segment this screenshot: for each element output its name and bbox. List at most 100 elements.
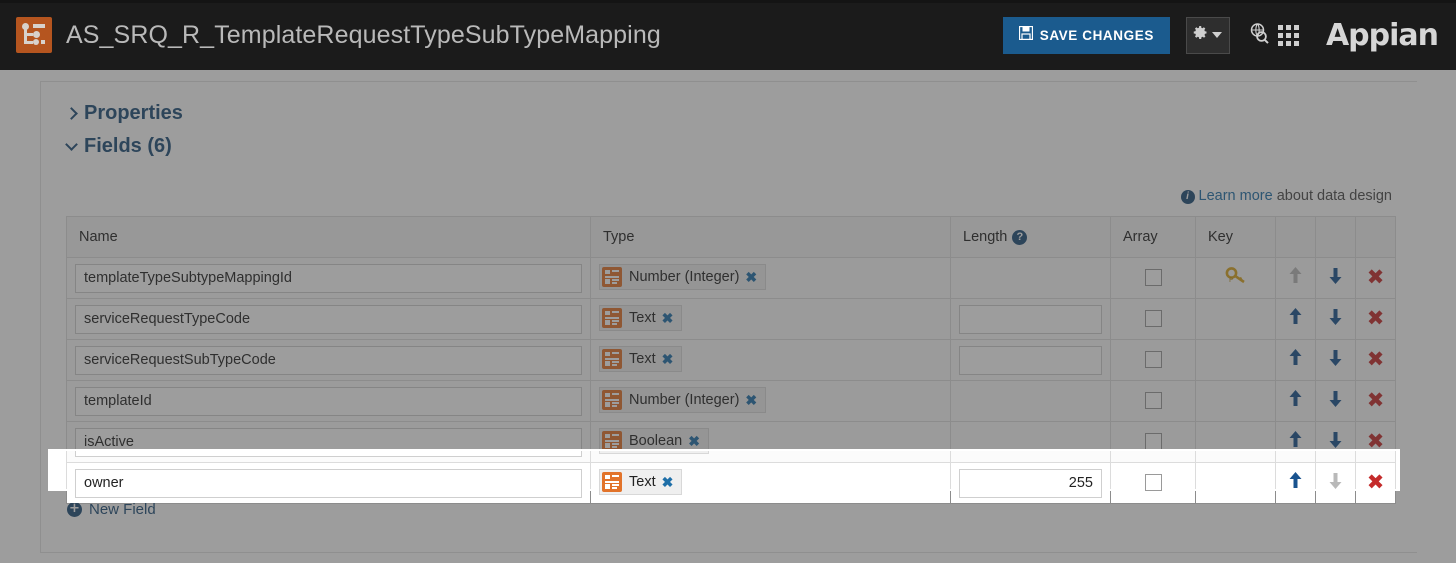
cell-length [950,339,1111,381]
array-checkbox[interactable] [1144,474,1162,492]
search-globe-button[interactable] [1244,20,1274,50]
object-icon [16,17,52,53]
primary-key-icon[interactable]: P [1225,266,1247,285]
field-name-input[interactable] [75,468,582,498]
fields-table-body: Number (Integer)✖P✖Text✖✖Text✖✖Number (I… [66,257,1396,504]
page-body: Properties Fields (6) i Learn more about … [0,70,1456,563]
cell-name [66,421,591,463]
arrow-up-icon[interactable] [1287,471,1304,495]
cell-remove: ✖ [1355,298,1396,340]
cell-remove: ✖ [1355,462,1396,504]
clear-type-x-icon[interactable]: ✖ [662,474,682,491]
clear-type-x-icon[interactable]: ✖ [745,269,765,286]
cell-move-down [1315,298,1356,340]
arrow-up-icon[interactable] [1287,389,1304,413]
remove-x-icon[interactable]: ✖ [1367,267,1385,288]
chevron-down-icon [65,138,78,151]
length-input[interactable] [959,468,1102,498]
cell-remove: ✖ [1355,421,1396,463]
type-chip[interactable]: Boolean ✖ [599,428,709,454]
remove-x-icon[interactable]: ✖ [1367,308,1385,329]
table-row[interactable]: Number (Integer) ✖ P ✖ [66,257,1396,299]
column-header-remove [1355,216,1396,258]
array-checkbox[interactable] [1144,310,1162,328]
type-chip[interactable]: Number (Integer) ✖ [599,264,767,290]
arrow-down-icon[interactable] [1327,430,1344,454]
array-checkbox[interactable] [1144,351,1162,369]
arrow-up-icon [1287,266,1304,290]
column-header-name: Name [66,216,591,258]
type-chip[interactable]: Text ✖ [599,469,683,495]
designer-card: Properties Fields (6) i Learn more about … [40,81,1417,553]
cell-remove: ✖ [1355,380,1396,422]
array-checkbox[interactable] [1144,269,1162,287]
cell-key [1195,462,1276,504]
clear-type-x-icon[interactable]: ✖ [688,433,708,450]
field-name-input[interactable] [75,345,582,375]
cell-name [66,339,591,381]
table-row[interactable]: Number (Integer) ✖ ✖ [66,380,1396,422]
question-mark-icon[interactable]: ? [1012,230,1028,245]
field-name-input[interactable] [75,427,582,457]
column-header-length-label: Length [963,229,1008,245]
remove-x-icon[interactable]: ✖ [1367,431,1385,452]
remove-x-icon[interactable]: ✖ [1367,349,1385,370]
clear-type-x-icon[interactable]: ✖ [745,392,765,409]
cell-move-up [1275,421,1316,463]
field-name-input[interactable] [75,386,582,416]
table-row[interactable]: Text ✖ ✖ [66,339,1396,381]
column-header-length: Length? [950,216,1111,258]
arrow-down-icon[interactable] [1327,389,1344,413]
data-type-icon [602,308,622,328]
clear-type-x-icon[interactable]: ✖ [662,310,682,327]
remove-x-icon[interactable]: ✖ [1367,390,1385,411]
array-checkbox[interactable] [1144,433,1162,451]
arrow-down-icon [1327,471,1344,495]
arrow-up-icon[interactable] [1287,348,1304,372]
field-name-input[interactable] [75,263,582,293]
app-grid-icon [1278,24,1300,46]
type-chip[interactable]: Text ✖ [599,305,683,331]
data-type-icon [602,267,622,287]
table-row[interactable]: Text ✖ ✖ [66,462,1396,504]
type-chip[interactable]: Text ✖ [599,346,683,372]
arrow-down-icon[interactable] [1327,348,1344,372]
cell-type: Number (Integer) ✖ [590,380,951,422]
cell-move-down [1315,421,1356,463]
remove-x-icon[interactable]: ✖ [1367,472,1385,493]
fields-section-label: Fields (6) [84,135,172,157]
cell-move-up [1275,339,1316,381]
appian-logo: Appian [1325,17,1439,53]
arrow-up-icon[interactable] [1287,307,1304,331]
column-header-move-down [1315,216,1356,258]
settings-menu-button[interactable] [1185,16,1230,54]
plus-circle-icon: + [67,502,82,517]
arrow-down-icon[interactable] [1327,307,1344,331]
cell-move-up [1275,257,1316,299]
new-field-button[interactable]: + New Field [67,501,156,518]
arrow-down-icon[interactable] [1327,266,1344,290]
app-grid-button[interactable] [1274,20,1304,50]
cell-move-down [1315,339,1356,381]
info-icon: i [1180,190,1195,204]
clear-type-x-icon[interactable]: ✖ [662,351,682,368]
properties-section-toggle[interactable]: Properties [65,102,1417,125]
array-checkbox[interactable] [1144,392,1162,410]
type-chip[interactable]: Number (Integer) ✖ [599,387,767,413]
cell-type: Boolean ✖ [590,421,951,463]
arrow-up-icon[interactable] [1287,430,1304,454]
type-chip-label: Boolean [629,433,683,449]
table-row[interactable]: Boolean ✖ ✖ [66,421,1396,463]
cell-name [66,298,591,340]
length-input[interactable] [959,304,1102,334]
fields-table: Name Type Length? Array Key Number (Inte… [66,216,1396,504]
save-changes-label: SAVE CHANGES [1039,27,1154,43]
fields-section-toggle[interactable]: Fields (6) [65,135,1417,158]
learn-more-link[interactable]: Learn more [1199,188,1273,204]
save-changes-button[interactable]: SAVE CHANGES [1002,16,1170,54]
fields-table-wrapper: Name Type Length? Array Key Number (Inte… [66,216,1396,504]
length-input[interactable] [959,345,1102,375]
type-chip-label: Number (Integer) [629,392,740,408]
table-row[interactable]: Text ✖ ✖ [66,298,1396,340]
field-name-input[interactable] [75,304,582,334]
